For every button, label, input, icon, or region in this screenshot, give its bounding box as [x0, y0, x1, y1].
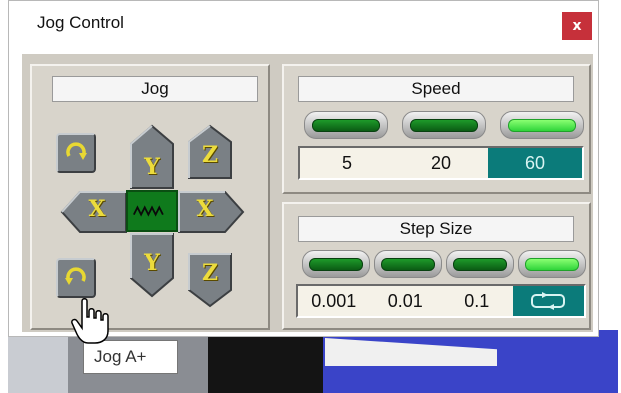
jog-control-window: Jog Control x Jog Y Y X X Z Z Speed 5 20… — [8, 0, 599, 337]
speed-button-5[interactable] — [304, 111, 388, 139]
jog-mode-button[interactable] — [126, 190, 178, 232]
step-button-0-001[interactable] — [302, 250, 370, 278]
jog-y-minus-label: Y — [144, 250, 160, 276]
window-content: Jog Y Y X X Z Z Speed 5 20 60 Step Size … — [22, 54, 593, 332]
led-indicator — [508, 118, 576, 132]
jog-z-plus-label: Z — [201, 142, 219, 168]
step-value-continuous[interactable] — [512, 286, 584, 316]
background-dark-block — [208, 330, 323, 393]
step-button-0-01[interactable] — [374, 250, 442, 278]
jog-a-plus-button[interactable] — [56, 133, 96, 173]
step-values-row: 0.001 0.01 0.1 — [296, 284, 586, 318]
background-light-shape — [8, 330, 68, 393]
step-button-0-1[interactable] — [446, 250, 514, 278]
led-indicator — [308, 257, 364, 271]
close-button[interactable]: x — [562, 12, 592, 40]
tooltip-jog-a-plus: Jog A+ — [83, 340, 178, 374]
step-value[interactable]: 0.01 — [370, 286, 442, 316]
led-indicator — [452, 257, 508, 271]
step-value[interactable]: 0.001 — [298, 286, 370, 316]
jog-z-minus-label: Z — [201, 260, 219, 286]
led-indicator — [410, 118, 478, 132]
jog-x-plus-label: X — [196, 196, 214, 222]
step-value[interactable]: 0.1 — [441, 286, 513, 316]
speed-value[interactable]: 5 — [300, 148, 394, 178]
step-size-panel-title: Step Size — [298, 216, 574, 242]
speed-button-20[interactable] — [402, 111, 486, 139]
step-size-panel: Step Size 0.001 0.01 0.1 — [282, 202, 591, 330]
jog-panel-title: Jog — [52, 76, 258, 102]
speed-value[interactable]: 20 — [394, 148, 488, 178]
continuous-icon — [531, 292, 566, 310]
window-title: Jog Control — [37, 13, 124, 32]
jog-x-minus-label: X — [88, 196, 106, 222]
led-indicator — [312, 118, 380, 132]
led-indicator — [524, 257, 580, 271]
hand-cursor-icon — [71, 298, 109, 344]
jog-y-plus-label: Y — [144, 154, 160, 180]
speed-panel: Speed 5 20 60 — [282, 64, 591, 194]
led-indicator — [380, 257, 436, 271]
speed-button-60[interactable] — [500, 111, 584, 139]
rotate-cw-icon — [66, 142, 87, 160]
speed-values-row: 5 20 60 — [298, 146, 584, 180]
step-button-continuous[interactable] — [518, 250, 586, 278]
jog-a-minus-button[interactable] — [56, 258, 96, 298]
rotate-ccw-icon — [65, 267, 86, 285]
speed-panel-title: Speed — [298, 76, 574, 102]
speed-value-selected[interactable]: 60 — [488, 148, 582, 178]
wave-icon — [133, 205, 164, 217]
